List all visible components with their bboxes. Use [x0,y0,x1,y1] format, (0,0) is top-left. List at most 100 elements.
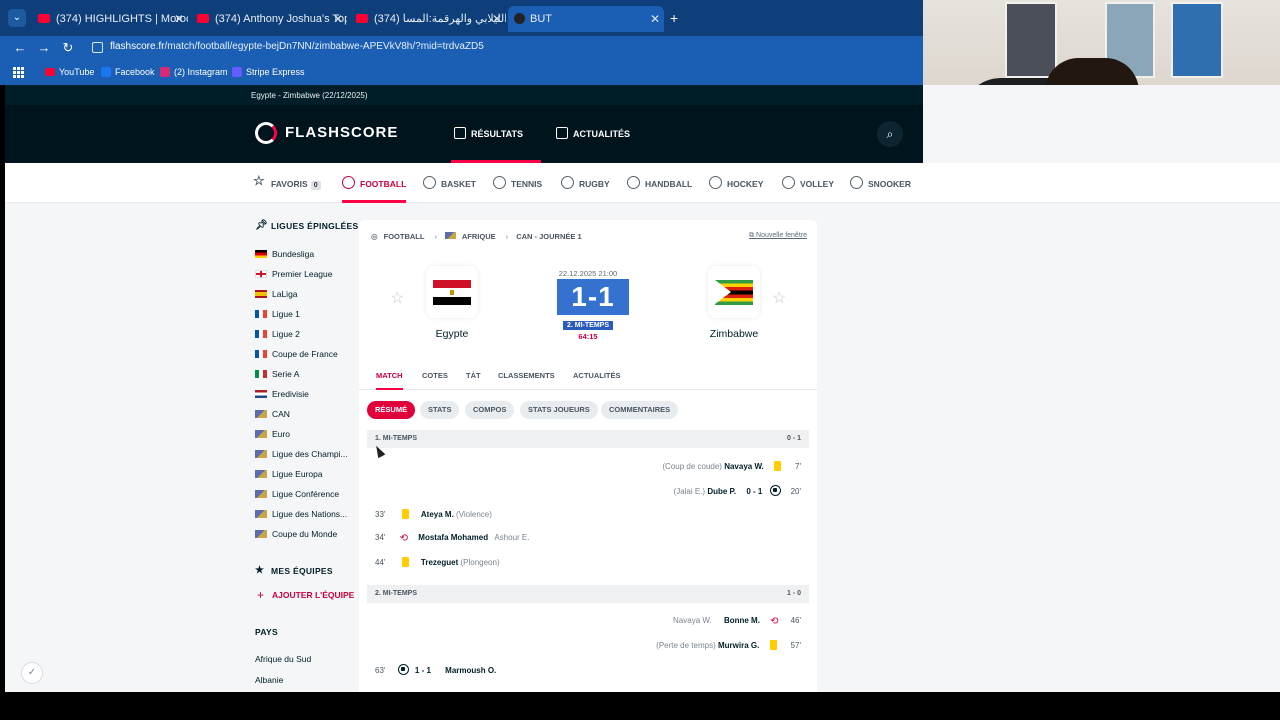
url-field[interactable]: flashscore.fr/match/football/egypte-bejD… [110,41,484,52]
tennis-icon [493,176,506,189]
nav-actualites[interactable]: ACTUALITÉS [553,105,643,163]
sport-rugby[interactable]: RUGBY [561,163,610,203]
breadcrumb-football[interactable]: FOOTBALL [384,232,425,241]
football-icon: ◎ [371,232,378,241]
match-score: 1-1 [557,279,629,315]
tab-match[interactable]: MATCH [376,371,403,390]
league-item[interactable]: Ligue des Nations... [255,509,347,529]
away-team[interactable]: Zimbabwe [699,266,769,340]
close-icon[interactable]: ✕ [650,6,660,32]
new-window-link[interactable]: ⧉ Nouvelle fenêtre [749,232,807,240]
bookmarks-bar: YouTube Facebook (2) Instagram Stripe Ex… [0,60,923,85]
close-icon[interactable]: ✕ [492,6,502,32]
site-info-icon[interactable] [92,42,103,53]
event-row[interactable]: (Coup de coude) Navaya W. 7' [662,461,801,475]
reload-icon[interactable]: ↻ [60,39,76,57]
pill-compos[interactable]: COMPOS [465,401,515,419]
event-row[interactable]: 34' ⟲ Mostafa Mohamed Ashour E. [375,533,529,547]
privacy-shield-icon[interactable]: ✓ [21,662,43,684]
browser-tab[interactable]: (374) Anthony Joshua's Top 10 ✕ [197,6,347,32]
youtube-icon [38,14,50,23]
league-item[interactable]: Coupe de France [255,349,338,369]
breadcrumb: ◎ FOOTBALL › AFRIQUE › CAN - JOURNÉE 1 [371,232,582,241]
flag-spain-icon [255,290,267,298]
league-item[interactable]: Ligue 1 [255,309,300,329]
league-item[interactable]: Serie A [255,369,299,389]
league-item[interactable]: Coupe du Monde [255,529,337,549]
event-row[interactable]: 44' Trezeguet (Plongeon) [375,557,500,571]
event-row[interactable]: Navaya W. Bonne M. ⟲ 46' [673,616,801,630]
close-icon[interactable]: ✕ [174,6,184,32]
match-datetime: 22.12.2025 21:00 [558,269,618,278]
pill-stats-joueurs[interactable]: STATS JOUEURS [520,401,598,419]
sport-tennis[interactable]: TENNIS [493,163,542,203]
sport-volley[interactable]: VOLLEY [782,163,834,203]
bookmark-stripe[interactable]: Stripe Express [232,67,305,77]
add-team-button[interactable]: + AJOUTER L'ÉQUIPE [255,588,354,602]
favorite-away-star-icon[interactable]: ☆ [772,288,786,308]
pill-stats[interactable]: STATS [420,401,460,419]
league-item[interactable]: CAN [255,409,290,429]
tab-actualites[interactable]: ACTUALITÉS [573,371,621,388]
sport-favoris[interactable]: ☆ FAVORIS 0 [253,163,321,203]
home-team[interactable]: Egypte [417,266,487,340]
back-icon[interactable]: ← [12,39,28,57]
flag-world-icon [255,470,267,478]
stripe-icon [232,67,242,77]
favorite-home-star-icon[interactable]: ☆ [390,288,404,308]
country-item[interactable]: Albanie [255,675,283,685]
browser-tab-bar: ⌄ (374) HIGHLIGHTS | Morocco 🇲🇦 ✕ (374) … [0,0,923,36]
nav-resultats[interactable]: RÉSULTATS [451,105,541,163]
poster [1005,2,1057,78]
search-icon[interactable]: ⌕ [877,121,903,147]
match-card: ◎ FOOTBALL › AFRIQUE › CAN - JOURNÉE 1 ⧉ N… [359,220,817,692]
league-item[interactable]: LaLiga [255,289,298,309]
away-team-name: Zimbabwe [709,328,759,340]
browser-tab[interactable]: (374) HIGHLIGHTS | Morocco 🇲🇦 ✕ [38,6,188,32]
yellow-card-icon [774,461,782,471]
league-item[interactable]: Euro [255,429,290,449]
flag-world-icon [255,510,267,518]
sport-football[interactable]: FOOTBALL [342,163,407,203]
bookmark-instagram[interactable]: (2) Instagram [160,67,228,77]
basketball-icon [423,176,436,189]
my-teams-title: ★ MES ÉQUIPES [255,565,333,576]
event-row[interactable]: 33' Ateya M. (Violence) [375,509,492,523]
event-row[interactable]: (Perte de temps) Murwira G. 57' [656,640,801,654]
tab-cotes[interactable]: COTES [422,371,448,388]
league-item[interactable]: Ligue Conférence [255,489,339,509]
sport-basket[interactable]: BASKET [423,163,476,203]
sport-snooker[interactable]: SNOOKER [850,163,911,203]
new-tab-icon[interactable]: + [670,9,678,27]
league-item[interactable]: Eredivisie [255,389,309,409]
tab-search-icon[interactable]: ⌄ [8,9,26,27]
event-row[interactable]: 63' 1 - 1 Marmoush O. [375,664,496,678]
substitution-icon: ⟲ [399,533,409,544]
league-item[interactable]: Ligue 2 [255,329,300,349]
close-icon[interactable]: ✕ [333,6,343,32]
tab-tat[interactable]: TÀT [466,371,481,388]
event-row[interactable]: (Jalai E.) Dube P. 0 - 1 20' [674,485,801,499]
flag-france-icon [255,330,267,338]
pill-resume[interactable]: RÉSUMÉ [367,401,416,419]
forward-icon[interactable]: → [36,39,52,57]
bookmark-youtube[interactable]: YouTube [45,67,94,77]
breadcrumb-competition[interactable]: CAN - JOURNÉE 1 [516,232,581,241]
country-item[interactable]: Afrique du Sud [255,654,311,664]
flashscore-logo[interactable]: FLASHSCORE [255,121,397,145]
bookmark-facebook[interactable]: Facebook [101,67,155,77]
apps-grid-icon[interactable] [13,67,24,78]
league-item[interactable]: Bundesliga [255,249,314,269]
browser-tab[interactable]: (374) ملك الليلابي والهرقمة:المسا ✕ [356,6,506,32]
pill-commentaires[interactable]: COMMENTAIRES [601,401,679,419]
plus-icon: + [257,588,265,602]
browser-tab-active[interactable]: BUT ✕ [508,6,664,32]
league-item[interactable]: Ligue Europa [255,469,323,489]
sport-hockey[interactable]: HOCKEY [709,163,763,203]
tab-classements[interactable]: CLASSEMENTS [498,371,555,388]
flashscore-page: Egypte - Zimbabwe (22/12/2025) FLASHSCOR… [5,85,1280,692]
sport-handball[interactable]: HANDBALL [627,163,692,203]
league-item[interactable]: Ligue des Champi... [255,449,348,469]
league-item[interactable]: Premier League [255,269,332,289]
breadcrumb-afrique[interactable]: AFRIQUE [462,232,496,241]
